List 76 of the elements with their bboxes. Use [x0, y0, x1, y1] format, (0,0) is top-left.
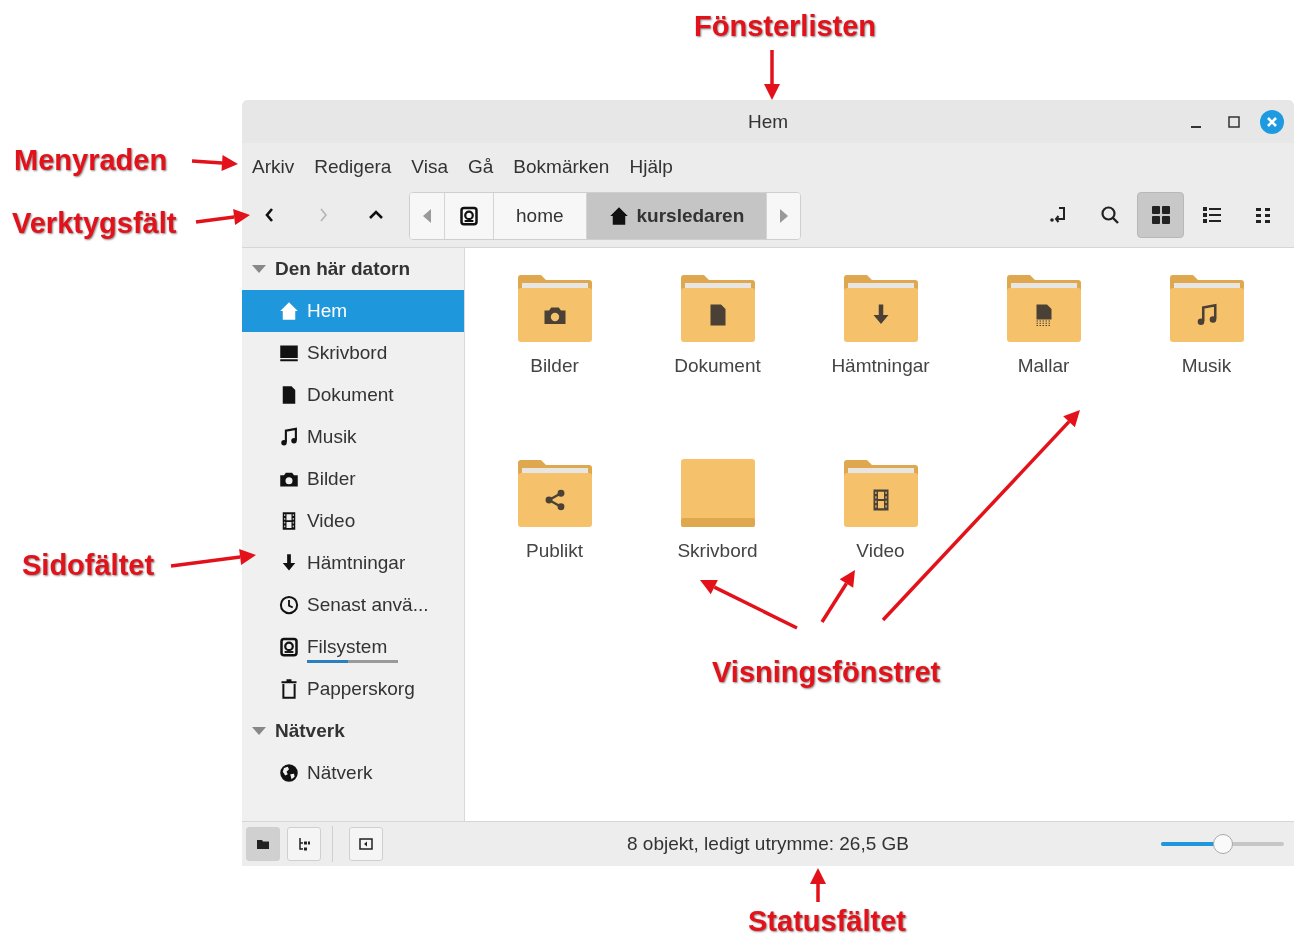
list-icon [1201, 205, 1222, 225]
annotation-label: Visningsfönstret [712, 656, 941, 689]
drive-icon [459, 206, 479, 226]
annotation-arrow [820, 570, 855, 623]
clock-icon [279, 595, 299, 615]
annotation-label: Fönsterlisten [694, 10, 877, 43]
tree-view-button[interactable] [287, 827, 321, 861]
tree-icon [297, 837, 311, 851]
close-button[interactable] [1260, 109, 1284, 134]
expander-down-icon [252, 264, 266, 274]
sidebar-item[interactable]: Bilder [242, 458, 464, 500]
folder-icon[interactable] [679, 273, 756, 343]
annotation-label: Menyraden [14, 144, 168, 177]
file-name: Hämtningar [831, 355, 930, 377]
scroll-right-button[interactable] [766, 193, 801, 239]
section-header[interactable]: Nätverk [252, 720, 345, 742]
folder-icon[interactable] [842, 458, 919, 528]
folder-icon [256, 837, 270, 851]
home-icon [608, 206, 629, 226]
sidebar-item[interactable]: Senast anvä... [242, 584, 464, 626]
sidebar-item[interactable]: Musik [242, 416, 464, 458]
sidebar-item[interactable]: Nätverk [242, 752, 464, 794]
home-icon [279, 301, 299, 321]
file-name: Publikt [526, 540, 583, 562]
folder-icon[interactable] [516, 273, 593, 343]
annotation-arrow [191, 155, 238, 171]
annotation-label: Sidofältet [22, 549, 155, 582]
annotation-label: Statusfältet [748, 905, 906, 935]
minimize-icon [1191, 125, 1201, 128]
triangle-right-icon [779, 209, 788, 223]
menu-item[interactable]: Visa [401, 149, 458, 184]
globe-icon [279, 763, 299, 783]
file-name: Bilder [530, 355, 579, 377]
menu-item[interactable]: Arkiv [242, 149, 305, 184]
drive-icon [279, 637, 299, 657]
menu-item[interactable]: Redigera [304, 149, 402, 184]
annotation-label: Verktygsfält [12, 207, 177, 240]
close-icon [1260, 109, 1284, 134]
annotation-arrow [810, 868, 826, 902]
icon-view-button[interactable] [1137, 192, 1184, 238]
sidebar-item[interactable]: Filsystem [242, 626, 464, 668]
folder-icon[interactable] [516, 458, 593, 528]
sidebar-panel-icon [359, 837, 373, 851]
status-text: 8 objekt, ledigt utrymme: 26,5 GB [627, 833, 909, 855]
triangle-left-icon [423, 209, 431, 223]
file-name: Mallar [1017, 355, 1070, 377]
path-segment[interactable]: kursledaren [585, 193, 767, 239]
file-name: Musik [1181, 355, 1232, 377]
expander-down-icon [252, 726, 266, 736]
folder-icon[interactable] [1168, 273, 1245, 343]
trash-icon [279, 679, 299, 699]
file-name: Dokument [674, 355, 761, 377]
search-icon [1099, 205, 1120, 225]
sidebar-item[interactable]: Skrivbord [242, 332, 464, 374]
file-name: Skrivbord [677, 540, 758, 562]
zoom-slider[interactable] [1161, 833, 1284, 855]
monitor-icon [279, 343, 299, 363]
folder-icon[interactable] [1005, 273, 1082, 343]
music-note-icon [279, 427, 299, 447]
sidebar-item[interactable]: Video [242, 500, 464, 542]
menu-item[interactable]: Gå [457, 149, 504, 184]
menu-item[interactable]: Hjälp [619, 149, 683, 184]
section-header[interactable]: Den här datorn [252, 258, 411, 280]
places-view-button[interactable] [246, 827, 280, 861]
file-name: Video [856, 540, 905, 562]
maximize-icon [1228, 115, 1240, 128]
sidebar-toggle-button[interactable] [349, 827, 383, 861]
sidebar-item[interactable]: Papperskorg [242, 668, 464, 710]
menu-item[interactable]: Bokmärken [503, 149, 620, 184]
slider-thumb[interactable] [1212, 834, 1233, 854]
sidebar-item[interactable]: Dokument [242, 374, 464, 416]
window-title: Hem [747, 111, 789, 133]
annotation-arrow [764, 50, 780, 100]
annotation-arrow [195, 209, 250, 225]
grid-icon [1150, 205, 1171, 225]
sidebar-item[interactable]: Hämtningar [242, 542, 464, 584]
